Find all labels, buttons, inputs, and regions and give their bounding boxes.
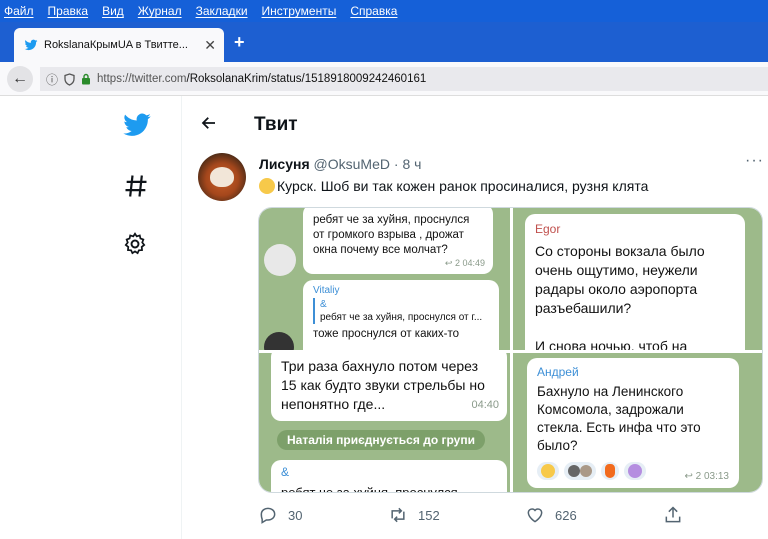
chat-message-andrey: Андрей Бахнуло на Ленинского Комсомола, … (527, 358, 739, 488)
column-divider (181, 96, 182, 539)
avatar[interactable] (198, 153, 246, 201)
menu-tools[interactable]: Инструменты (262, 4, 337, 18)
back-arrow-icon: ← (12, 69, 28, 87)
info-icon[interactable]: ⓘ (46, 71, 58, 88)
chat-message-andrey-meta: ↩ 2 03:13 (684, 471, 729, 482)
chat-message-3-text: Три раза бахнуло потом через 15 как будт… (281, 358, 485, 412)
chat-message-4: & ребят че за хуйня, проснулся (271, 460, 507, 493)
menu-bookmarks[interactable]: Закладки (196, 4, 248, 18)
media-image-4[interactable]: Андрей Бахнуло на Ленинского Комсомола, … (513, 353, 762, 492)
reply-button[interactable]: 30 (258, 505, 302, 525)
grinning-face-reaction-icon[interactable] (537, 462, 559, 480)
chat-message-1-text: ребят че за хуйня, проснулся от громкого… (313, 214, 470, 256)
reply-count: 2 (695, 471, 702, 482)
lock-icon[interactable] (81, 73, 91, 85)
message-time: 04:40 (471, 399, 499, 411)
chat-author-egor: Egor (535, 222, 561, 236)
user-avatars-reaction-icon[interactable] (564, 462, 596, 480)
menu-bar: Файл Правка Вид Журнал Закладки Инструме… (0, 0, 768, 22)
media-image-3[interactable]: Три раза бахнуло потом через 15 как будт… (259, 353, 510, 493)
shield-icon[interactable] (64, 72, 75, 86)
tweet-time[interactable]: 8 ч (402, 156, 421, 172)
dot-separator: · (393, 156, 399, 172)
twitter-logo-icon[interactable] (122, 110, 152, 140)
media-image-1[interactable]: ребят че за хуйня, проснулся от громкого… (259, 208, 510, 350)
chat-message-1: ребят че за хуйня, проснулся от громкого… (303, 208, 493, 274)
chat-message-egor-text: Со стороны вокзала было очень ощутимо, н… (535, 243, 705, 316)
retweet-button[interactable]: 152 (388, 505, 440, 525)
url-path: /RoksolanaKrim/status/151891800924246016… (186, 73, 427, 85)
quoted-message: & ребят че за хуйня, проснулся от г... (313, 298, 489, 324)
reply-count: 2 (454, 258, 460, 268)
chat-avatar-cube (264, 244, 296, 276)
tab-strip: RokslanaКрымUA в Твитте... ✕ + (0, 22, 768, 62)
explore-hashtag-icon[interactable] (122, 172, 152, 202)
url-host: https://twitter.com (97, 73, 187, 85)
chat-author-andrey: Андрей (537, 365, 579, 379)
navigation-bar: ← ⓘ https://twitter.com/RoksolanaKrim/st… (0, 62, 768, 96)
quote-symbol: & (281, 465, 290, 479)
retweet-count: 152 (418, 507, 440, 523)
message-time: 03:13 (703, 471, 729, 482)
settings-gear-icon[interactable] (122, 231, 152, 261)
fox-avatar-icon (210, 167, 234, 187)
quote-symbol: & (320, 299, 327, 310)
chat-message-3: Три раза бахнуло потом через 15 как будт… (271, 353, 507, 421)
message-time: 04:49 (462, 258, 485, 268)
like-count: 626 (555, 507, 577, 523)
tweet-media-grid[interactable]: ребят че за хуйня, проснулся от громкого… (258, 207, 763, 493)
retweet-icon (391, 507, 405, 523)
tweet-action-bar: 30 152 626 (258, 505, 688, 529)
chat-message-egor-text-2: И снова ночью, чтоб на (535, 338, 688, 350)
new-tab-button[interactable]: + (234, 32, 245, 53)
browser-tab[interactable]: RokslanaКрымUA в Твитте... ✕ (14, 28, 224, 62)
page-title: Твит (254, 114, 298, 135)
reply-icon (260, 507, 276, 524)
more-options-icon[interactable]: ··· (745, 152, 764, 170)
share-icon (665, 506, 681, 523)
chat-avatar-dark (264, 332, 294, 350)
chat-message-2: Vitaliy & ребят че за хуйня, проснулся о… (303, 280, 499, 350)
chat-message-2-text: тоже проснулся от каких-то (313, 328, 460, 340)
address-bar[interactable]: ⓘ https://twitter.com/RoksolanaKrim/stat… (40, 67, 768, 91)
reply-count: 30 (288, 507, 303, 523)
menu-edit[interactable]: Правка (48, 4, 89, 18)
menu-file[interactable]: Файл (4, 4, 34, 18)
tab-close-icon[interactable]: ✕ (204, 37, 216, 54)
tab-title: RokslanaКрымUA в Твитте... (44, 39, 188, 51)
twitter-favicon-icon (24, 39, 38, 51)
menu-help[interactable]: Справка (350, 4, 397, 18)
tweet-text: Курск. Шоб ви так кожен ранок просиналис… (259, 178, 648, 194)
chat-message-egor: Egor Со стороны вокзала было очень ощути… (525, 214, 745, 350)
quote-text: ребят че за хуйня, проснулся от г... (320, 312, 483, 323)
reactions-row (537, 462, 646, 480)
heart-icon (527, 508, 543, 523)
relieved-face-emoji-icon (259, 178, 275, 194)
author-handle[interactable]: @OksuMeD (314, 156, 390, 172)
back-arrow-icon[interactable] (200, 114, 218, 132)
tweet-text-content: Курск. Шоб ви так кожен ранок просиналис… (277, 178, 649, 194)
chat-author-vitaliy: Vitaliy (313, 285, 340, 296)
like-button[interactable]: 626 (525, 505, 577, 525)
system-join-message: Наталія приєднується до групи (277, 430, 485, 450)
tweet-author-line: Лисуня @OksuMeD · 8 ч (259, 156, 421, 172)
user-avatar-reaction-icon[interactable] (624, 462, 646, 480)
chat-message-andrey-text: Бахнуло на Ленинского Комсомола, задрожа… (537, 384, 701, 453)
author-name[interactable]: Лисуня (259, 156, 310, 172)
chat-message-1-meta: ↩ 2 04:49 (444, 258, 485, 268)
share-button[interactable] (663, 505, 683, 525)
tweet-page-header: Твит (182, 96, 768, 152)
media-image-2[interactable]: Egor Со стороны вокзала было очень ощути… (513, 208, 762, 350)
chat-message-4-text: ребят че за хуйня, проснулся (281, 485, 458, 493)
menu-history[interactable]: Журнал (138, 4, 182, 18)
back-button[interactable]: ← (7, 65, 33, 92)
fire-reaction-icon[interactable] (601, 462, 619, 480)
menu-view[interactable]: Вид (102, 4, 124, 18)
